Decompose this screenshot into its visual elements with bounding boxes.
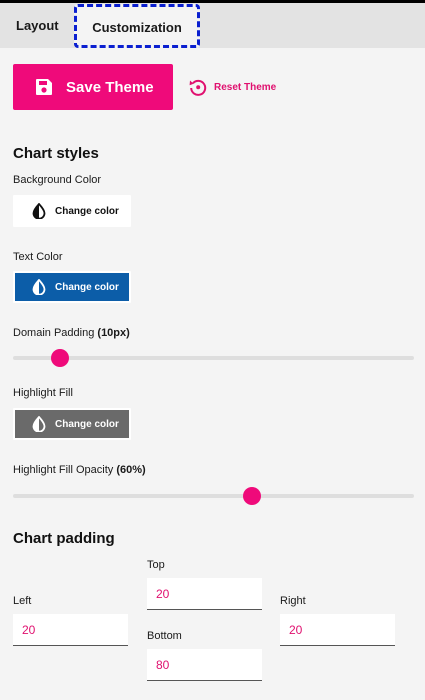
chart-padding-heading: Chart padding: [13, 530, 115, 547]
text-color-button[interactable]: Change color: [13, 271, 131, 303]
reset-theme-button[interactable]: Reset Theme: [188, 76, 276, 98]
slider-track: [13, 494, 414, 498]
tab-layout[interactable]: Layout: [16, 3, 59, 48]
color-drop-icon: [31, 278, 47, 296]
highlight-fill-opacity-slider[interactable]: [13, 486, 414, 506]
chart-styles-heading: Chart styles: [13, 145, 99, 162]
text-color-button-label: Change color: [55, 281, 119, 293]
text-color-label: Text Color: [13, 251, 63, 263]
padding-right-label: Right: [280, 595, 306, 607]
tab-customization[interactable]: Customization: [74, 4, 200, 48]
padding-top-input[interactable]: [147, 578, 262, 610]
save-theme-button[interactable]: Save Theme: [13, 64, 173, 110]
save-theme-label: Save Theme: [66, 78, 154, 96]
padding-right-input[interactable]: [280, 614, 395, 646]
floppy-disk-icon: [35, 78, 53, 96]
padding-bottom-label: Bottom: [147, 630, 182, 642]
color-drop-icon: [31, 202, 47, 220]
reset-theme-label: Reset Theme: [214, 81, 277, 93]
background-color-button[interactable]: Change color: [13, 195, 131, 227]
reset-icon: [188, 77, 208, 97]
color-drop-icon: [31, 415, 47, 433]
slider-track: [13, 356, 414, 360]
background-color-label: Background Color: [13, 174, 102, 186]
domain-padding-slider[interactable]: [13, 348, 414, 368]
padding-top-label: Top: [147, 559, 165, 571]
highlight-fill-button-label: Change color: [55, 418, 119, 430]
padding-left-label: Left: [13, 595, 32, 607]
highlight-fill-opacity-label: Highlight Fill Opacity (60%): [13, 464, 146, 476]
padding-bottom-input[interactable]: [147, 649, 262, 681]
background-color-button-label: Change color: [55, 205, 119, 217]
domain-padding-label: Domain Padding (10px): [13, 327, 130, 339]
highlight-fill-button[interactable]: Change color: [13, 408, 131, 440]
padding-left-input[interactable]: [13, 614, 128, 646]
slider-thumb[interactable]: [51, 349, 70, 367]
highlight-fill-label: Highlight Fill: [13, 387, 73, 399]
slider-thumb[interactable]: [242, 487, 261, 505]
tab-bar: Layout Customization: [0, 3, 425, 48]
